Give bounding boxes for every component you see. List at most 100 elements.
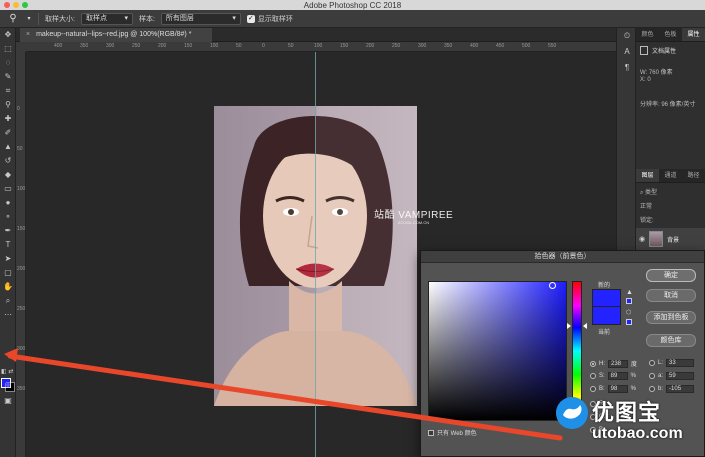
lab-a-label: a: bbox=[658, 373, 664, 379]
lab-l-input[interactable]: 33 bbox=[666, 359, 695, 367]
eye-icon[interactable]: ◉ bbox=[639, 235, 645, 243]
current-color-preview[interactable] bbox=[592, 307, 621, 325]
eyedropper-tool-icon[interactable]: ⚲ bbox=[0, 98, 16, 112]
zoom-tool-icon[interactable]: ⌕ bbox=[0, 294, 16, 308]
paragraph-panel-icon[interactable]: ¶ bbox=[617, 60, 637, 76]
gamut-swatch[interactable] bbox=[626, 298, 632, 304]
path-select-tool-icon[interactable]: ➤ bbox=[0, 252, 16, 266]
quick-select-tool-icon[interactable]: ✎ bbox=[0, 70, 16, 84]
vertical-guide[interactable] bbox=[315, 52, 316, 457]
tool-preset-chevron-icon[interactable]: ▾ bbox=[26, 12, 32, 26]
tab-layers[interactable]: 图层 bbox=[636, 169, 659, 182]
tab-paths[interactable]: 路径 bbox=[682, 169, 705, 182]
color-ring-marker[interactable] bbox=[549, 282, 556, 289]
hue-pointer-left-icon[interactable] bbox=[567, 323, 571, 329]
eraser-tool-icon[interactable]: ◆ bbox=[0, 168, 16, 182]
tab-channels[interactable]: 通道 bbox=[659, 169, 682, 182]
pen-tool-icon[interactable]: ✒ bbox=[0, 224, 16, 238]
ruler-tick-label: 250 bbox=[132, 43, 141, 49]
vertical-ruler[interactable]: 0 50 100 150 200 250 300 350 bbox=[16, 52, 26, 457]
brush-tool-icon[interactable]: ✐ bbox=[0, 126, 16, 140]
tab-color[interactable]: 颜色 bbox=[636, 28, 659, 41]
ruler-tick-label: 450 bbox=[496, 43, 505, 49]
sample-label: 样本: bbox=[138, 15, 155, 23]
show-ring-option[interactable]: ✓ 显示取样环 bbox=[246, 14, 293, 24]
app-title: Adobe Photoshop CC 2018 bbox=[303, 1, 402, 10]
add-to-swatches-button[interactable]: 添加到色板 bbox=[646, 311, 696, 324]
marquee-tool-icon[interactable]: ⬚ bbox=[0, 42, 16, 56]
tab-swatches[interactable]: 色板 bbox=[659, 28, 682, 41]
quick-mask-icon[interactable]: ◎ bbox=[0, 378, 16, 392]
ruler-tick-label: 150 bbox=[340, 43, 349, 49]
ruler-tick-label: 100 bbox=[17, 186, 26, 192]
lasso-tool-icon[interactable]: ◌ bbox=[0, 56, 16, 70]
new-color-preview bbox=[592, 289, 621, 307]
stamp-tool-icon[interactable]: ▲ bbox=[0, 140, 16, 154]
screen-mode-icon[interactable]: ▣ bbox=[0, 394, 16, 408]
hue-radio[interactable] bbox=[590, 360, 596, 367]
current-color-label: 当前 bbox=[598, 330, 611, 336]
web-safe-icon[interactable]: ⬡ bbox=[626, 309, 631, 316]
web-only-option[interactable]: 只有 Web 颜色 bbox=[428, 428, 477, 437]
default-colors-icon[interactable]: ◧ ⇄ bbox=[1, 368, 13, 375]
cancel-button[interactable]: 取消 bbox=[646, 289, 696, 302]
sample-value: 所有图层 bbox=[165, 14, 194, 22]
hue-input[interactable]: 238 bbox=[608, 359, 628, 368]
saturation-unit: % bbox=[630, 373, 637, 379]
sample-size-label: 取样大小: bbox=[45, 15, 75, 23]
horizontal-ruler[interactable]: 400 350 300 250 200 150 100 50 0 50 100 150 200 250 30… bbox=[26, 42, 616, 52]
character-panel-icon[interactable]: A bbox=[617, 44, 637, 60]
gradient-tool-icon[interactable]: ▭ bbox=[0, 182, 16, 196]
web-safe-swatch[interactable] bbox=[626, 319, 632, 325]
layer-kind-filter[interactable]: ⌕ 类型 bbox=[636, 185, 705, 196]
color-libraries-button[interactable]: 颜色库 bbox=[646, 334, 696, 347]
ok-button[interactable]: 确定 bbox=[646, 269, 696, 282]
ruler-tick-label: 50 bbox=[236, 43, 242, 49]
move-tool-icon[interactable]: ✥ bbox=[0, 28, 16, 42]
saturation-input[interactable]: 89 bbox=[607, 372, 628, 380]
more-tools-icon[interactable]: ⋯ bbox=[0, 308, 16, 322]
lab-a-input[interactable]: 59 bbox=[666, 372, 695, 380]
lab-l-radio[interactable] bbox=[649, 360, 655, 366]
lab-l-row: L: 33 bbox=[649, 359, 695, 367]
layer-name: 背景 bbox=[667, 237, 680, 244]
options-bar: ⚲ ▾ 取样大小: 取样点 ▾ 样本: 所有图层 ▾ ✓ 显示取样环 bbox=[0, 10, 705, 28]
shape-tool-icon[interactable]: ▢ bbox=[0, 266, 16, 280]
saturation-brightness-field[interactable] bbox=[428, 281, 567, 421]
ruler-tick-label: 200 bbox=[158, 43, 167, 49]
dodge-tool-icon[interactable]: ⚬ bbox=[0, 210, 16, 224]
healing-brush-icon[interactable]: ✚ bbox=[0, 112, 16, 126]
saturation-label: S: bbox=[599, 373, 605, 379]
saturation-row: S: 89 % bbox=[590, 372, 639, 380]
layers-tabs: 图层 通道 路径 bbox=[636, 169, 705, 183]
close-icon[interactable]: × bbox=[26, 28, 30, 42]
type-tool-icon[interactable]: T bbox=[0, 238, 16, 252]
hue-pointer-right-icon[interactable] bbox=[583, 323, 587, 329]
hand-tool-icon[interactable]: ✋ bbox=[0, 280, 16, 294]
blend-mode-select[interactable]: 正常 bbox=[636, 199, 705, 210]
gamut-warning-icon[interactable]: ▲ bbox=[626, 289, 633, 296]
history-brush-icon[interactable]: ↺ bbox=[0, 154, 16, 168]
layer-row[interactable]: ◉ 背景 bbox=[636, 228, 705, 250]
tab-properties[interactable]: 属性 bbox=[682, 28, 705, 41]
chevron-down-icon: ▾ bbox=[124, 14, 128, 22]
logo-domain: utobao.com bbox=[592, 425, 683, 442]
lab-a-radio[interactable] bbox=[649, 373, 655, 379]
blur-tool-icon[interactable]: ● bbox=[0, 196, 16, 210]
show-ring-checkbox[interactable]: ✓ bbox=[246, 14, 255, 23]
lab-l-label: L: bbox=[658, 360, 664, 366]
eyedropper-icon[interactable]: ⚲ bbox=[6, 12, 20, 26]
document-tab[interactable]: × makeup--natural--lips--red.jpg @ 100%(… bbox=[20, 28, 212, 42]
sample-select[interactable]: 所有图层 ▾ bbox=[160, 12, 241, 25]
web-only-checkbox[interactable] bbox=[428, 429, 434, 436]
saturation-radio[interactable] bbox=[590, 373, 596, 379]
ruler-corner[interactable] bbox=[16, 42, 26, 52]
sample-size-select[interactable]: 取样点 ▾ bbox=[80, 12, 133, 25]
show-ring-label: 显示取样环 bbox=[257, 15, 293, 23]
ruler-tick-label: 100 bbox=[314, 43, 323, 49]
ruler-tick-label: 50 bbox=[288, 43, 294, 49]
history-panel-icon[interactable]: ⏲ bbox=[617, 28, 637, 44]
layer-thumbnail bbox=[649, 231, 664, 247]
crop-tool-icon[interactable]: ⌗ bbox=[0, 84, 16, 98]
sample-size-value: 取样点 bbox=[85, 14, 107, 22]
